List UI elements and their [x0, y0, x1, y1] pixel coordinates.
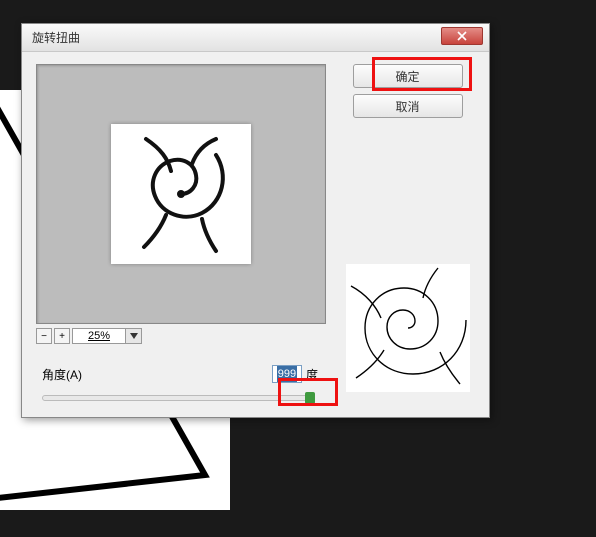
angle-input[interactable]: 999 — [272, 365, 302, 383]
cancel-button[interactable]: 取消 — [353, 94, 463, 118]
ok-button[interactable]: 确定 — [353, 64, 463, 88]
dialog-title: 旋转扭曲 — [32, 29, 80, 46]
dialog-titlebar[interactable]: 旋转扭曲 — [22, 24, 489, 52]
close-button[interactable] — [441, 27, 483, 45]
zoom-level-select[interactable]: 25% — [72, 328, 142, 344]
zoom-in-button[interactable]: + — [54, 328, 70, 344]
close-icon — [457, 31, 467, 41]
zoom-level-value: 25% — [73, 330, 125, 342]
angle-slider-thumb[interactable] — [305, 392, 315, 404]
angle-unit-label: 度 — [306, 366, 318, 383]
zoom-controls: − + 25% — [36, 327, 326, 345]
spiral-result-graphic — [348, 266, 468, 390]
twirl-dialog: 旋转扭曲 — [21, 23, 490, 418]
filter-preview[interactable] — [36, 64, 326, 324]
zoom-out-button[interactable]: − — [36, 328, 52, 344]
angle-slider[interactable] — [42, 395, 312, 401]
angle-label: 角度(A) — [42, 366, 82, 383]
chevron-down-icon — [125, 329, 141, 343]
angle-input-value: 999 — [277, 366, 297, 382]
twirl-preview-graphic — [116, 129, 246, 259]
result-preview — [346, 264, 470, 392]
preview-thumbnail — [111, 124, 251, 264]
